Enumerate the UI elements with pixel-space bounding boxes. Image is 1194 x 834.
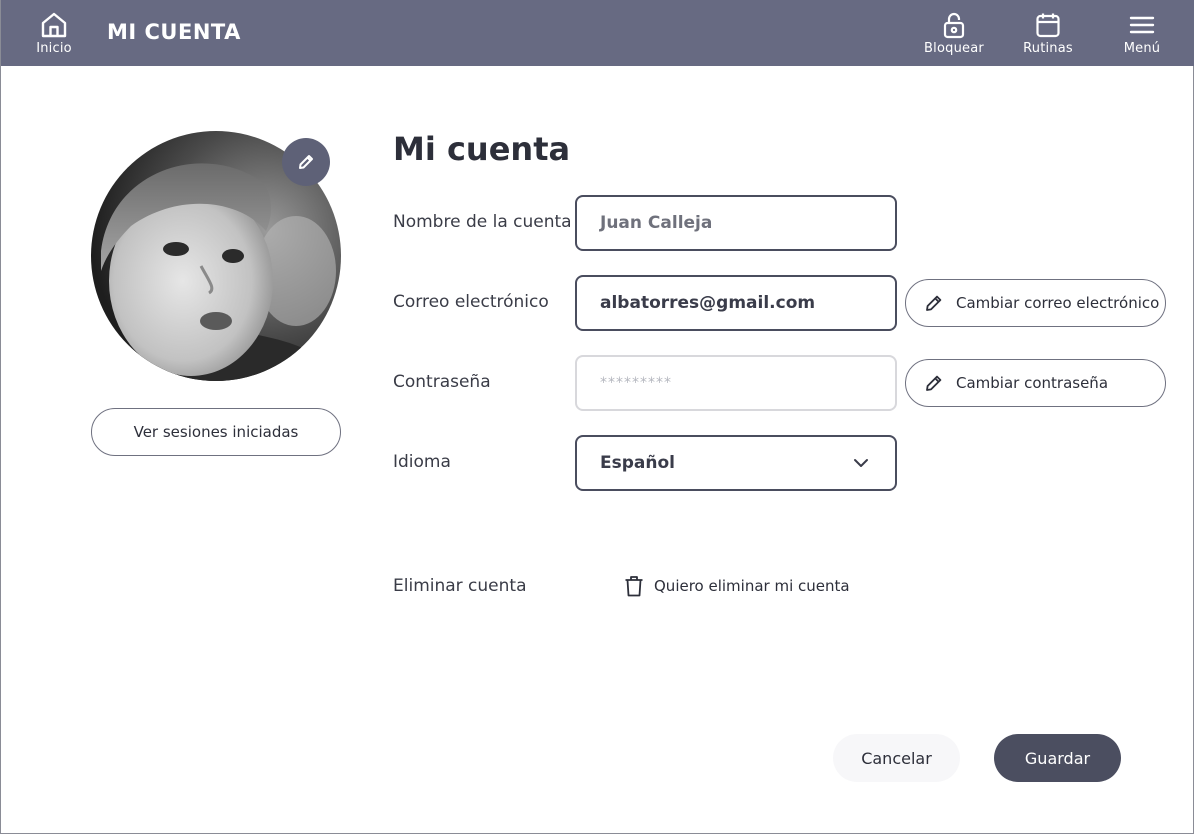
routines-button[interactable]: Rutinas — [1013, 0, 1083, 66]
chevron-down-icon — [854, 459, 868, 467]
name-label: Nombre de la cuenta — [393, 212, 572, 232]
delete-account-text: Quiero eliminar mi cuenta — [654, 577, 850, 595]
pencil-icon — [299, 155, 313, 169]
home-label: Inicio — [36, 41, 72, 56]
calendar-icon — [1036, 13, 1060, 38]
menu-icon — [1129, 16, 1155, 34]
trash-icon — [625, 576, 643, 597]
cancel-button[interactable]: Cancelar — [833, 734, 960, 782]
pencil-icon — [926, 375, 942, 391]
pencil-icon — [926, 295, 942, 311]
top-bar: Inicio MI CUENTA Bloquear Rutinas Menú — [1, 0, 1194, 66]
view-sessions-button[interactable]: Ver sesiones iniciadas — [91, 408, 341, 456]
edit-photo-button[interactable] — [282, 138, 330, 186]
change-email-button[interactable]: Cambiar correo electrónico — [905, 279, 1166, 327]
account-name-field[interactable]: Juan Calleja — [575, 195, 897, 251]
page-title: MI CUENTA — [107, 20, 241, 44]
lock-label: Bloquear — [924, 41, 984, 56]
save-button[interactable]: Guardar — [994, 734, 1121, 782]
lock-button[interactable]: Bloquear — [919, 0, 989, 66]
menu-label: Menú — [1123, 41, 1161, 56]
password-field[interactable]: ********* — [575, 355, 897, 411]
language-value: Español — [600, 453, 675, 473]
change-password-button[interactable]: Cambiar contraseña — [905, 359, 1166, 407]
password-value: ********* — [600, 375, 672, 391]
email-field[interactable]: albatorres@gmail.com — [575, 275, 897, 331]
change-password-label: Cambiar contraseña — [956, 374, 1109, 392]
home-button[interactable]: Inicio — [29, 0, 79, 66]
account-name-value: Juan Calleja — [600, 213, 713, 233]
routines-label: Rutinas — [1023, 41, 1073, 56]
change-email-label: Cambiar correo electrónico — [956, 294, 1160, 312]
language-label: Idioma — [393, 452, 451, 472]
lock-icon — [943, 12, 965, 39]
menu-button[interactable]: Menú — [1113, 0, 1171, 66]
delete-account-label: Eliminar cuenta — [393, 576, 527, 596]
delete-account-link[interactable]: Quiero eliminar mi cuenta — [624, 575, 850, 597]
language-select[interactable]: Español — [575, 435, 897, 491]
password-label: Contraseña — [393, 372, 491, 392]
email-value: albatorres@gmail.com — [600, 293, 816, 313]
section-title: Mi cuenta — [393, 130, 571, 168]
email-label: Correo electrónico — [393, 292, 549, 312]
app-window: Inicio MI CUENTA Bloquear Rutinas Menú V… — [0, 0, 1194, 834]
home-icon — [41, 12, 67, 38]
